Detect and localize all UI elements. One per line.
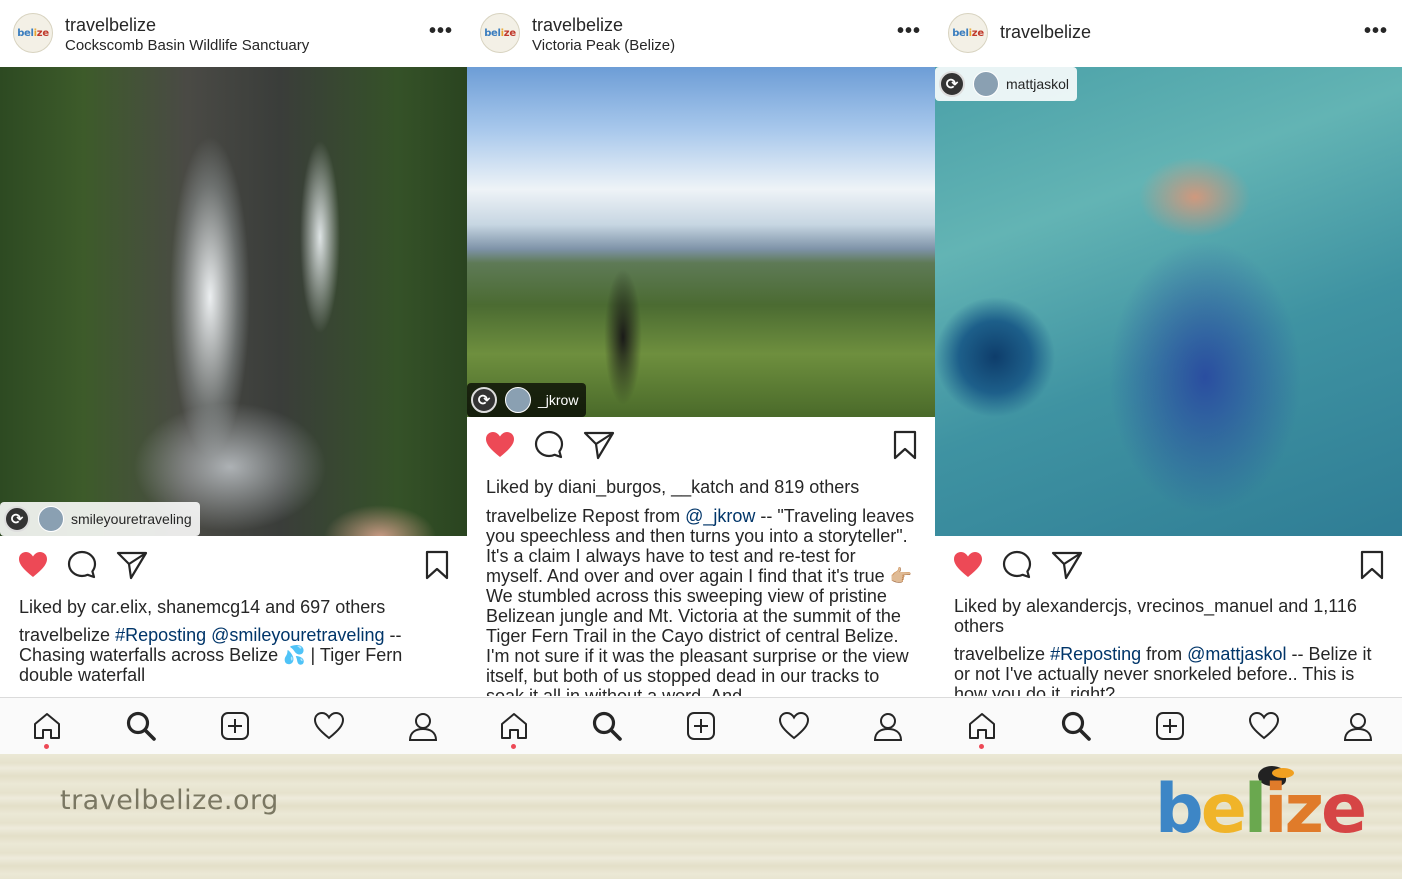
home-active-dot: [511, 744, 516, 749]
post-actions: [0, 545, 467, 587]
add-icon[interactable]: [685, 710, 717, 742]
caption-hashtag-link[interactable]: #Reposting @smileyouretraveling: [115, 625, 384, 645]
likes-summary[interactable]: Liked by alexandercjs, vrecinos_manuel a…: [954, 596, 1386, 636]
comment-icon[interactable]: [1001, 549, 1033, 581]
post-header: bel i ze travelbelize Victoria Peak (Beliz…: [467, 0, 935, 67]
repost-icon: ⟳: [471, 387, 497, 413]
home-icon[interactable]: [31, 710, 63, 742]
post-photo[interactable]: [935, 67, 1402, 536]
more-icon[interactable]: •••: [897, 20, 921, 43]
likes-users[interactable]: diani_burgos, __katch: [558, 477, 734, 497]
more-icon[interactable]: •••: [429, 20, 453, 43]
tag-username: mattjaskol: [1006, 76, 1070, 92]
post-username[interactable]: travelbelize: [532, 15, 623, 36]
comment-icon[interactable]: [66, 549, 98, 581]
activity-icon[interactable]: [778, 710, 810, 742]
post-panel-1: bel i ze travelbelize Cockscomb Basin Wild…: [0, 0, 467, 754]
bookmark-icon[interactable]: [421, 549, 453, 581]
bottom-nav: [935, 697, 1402, 754]
add-icon[interactable]: [219, 710, 251, 742]
tag-avatar: [38, 506, 64, 532]
share-icon[interactable]: [1051, 549, 1083, 581]
caption-mention-link[interactable]: @_jkrow: [685, 506, 755, 526]
tag-avatar: [505, 387, 531, 413]
add-icon[interactable]: [1154, 710, 1186, 742]
post-photo[interactable]: [0, 67, 467, 536]
heart-icon[interactable]: [17, 549, 49, 581]
comment-icon[interactable]: [533, 429, 565, 461]
post-caption: travelbelize #Reposting from @mattjaskol…: [954, 644, 1384, 696]
tag-avatar: [973, 71, 999, 97]
bottom-nav: [0, 697, 467, 754]
home-icon[interactable]: [498, 710, 530, 742]
likes-users[interactable]: car.elix, shanemcg14: [91, 597, 260, 617]
profile-avatar[interactable]: bel i ze: [480, 13, 520, 53]
likes-users[interactable]: alexandercjs, vrecinos_manuel: [1026, 596, 1273, 616]
likes-summary[interactable]: Liked by diani_burgos, __katch and 819 o…: [486, 477, 919, 497]
caption-text-prefix: Repost from: [577, 506, 686, 526]
belize-logo: belize: [1155, 770, 1367, 849]
share-icon[interactable]: [116, 549, 148, 581]
tag-username: smileyouretraveling: [71, 511, 192, 527]
profile-avatar[interactable]: bel i ze: [948, 13, 988, 53]
caption-username[interactable]: travelbelize: [486, 506, 577, 526]
post-panel-2: bel i ze travelbelize Victoria Peak (Beliz…: [467, 0, 935, 754]
post-username[interactable]: travelbelize: [65, 15, 156, 36]
heart-icon[interactable]: [952, 549, 984, 581]
profile-icon[interactable]: [407, 710, 439, 742]
home-active-dot: [979, 744, 984, 749]
post-caption: travelbelize Repost from @_jkrow -- "Tra…: [486, 506, 917, 696]
search-icon[interactable]: [1060, 710, 1092, 742]
post-panel-3: bel i ze travelbelize ••• ⟳ mattjaskol Lik…: [935, 0, 1402, 754]
likes-summary[interactable]: Liked by car.elix, shanemcg14 and 697 ot…: [19, 597, 451, 617]
more-icon[interactable]: •••: [1364, 20, 1388, 43]
post-header: bel i ze travelbelize •••: [935, 0, 1402, 67]
repost-icon: ⟳: [4, 506, 30, 532]
post-header: bel i ze travelbelize Cockscomb Basin Wild…: [0, 0, 467, 67]
activity-icon[interactable]: [313, 710, 345, 742]
post-username[interactable]: travelbelize: [1000, 22, 1091, 43]
post-photo[interactable]: [467, 67, 935, 417]
bookmark-icon[interactable]: [889, 429, 921, 461]
repost-icon: ⟳: [939, 71, 965, 97]
caption-mention-link[interactable]: @mattjaskol: [1187, 644, 1286, 664]
post-actions: [935, 545, 1402, 587]
post-caption: travelbelize #Reposting @smileyouretrave…: [19, 625, 449, 695]
likes-prefix: Liked by: [19, 597, 92, 617]
profile-icon[interactable]: [872, 710, 904, 742]
home-icon[interactable]: [966, 710, 998, 742]
heart-icon[interactable]: [484, 429, 516, 461]
caption-hashtag-link[interactable]: #Reposting: [1050, 644, 1141, 664]
post-actions: [467, 425, 935, 467]
repost-tag[interactable]: ⟳ _jkrow: [467, 383, 587, 417]
bookmark-icon[interactable]: [1356, 549, 1388, 581]
profile-avatar[interactable]: bel i ze: [13, 13, 53, 53]
tag-username: _jkrow: [538, 392, 579, 408]
post-location[interactable]: Victoria Peak (Belize): [532, 37, 675, 54]
activity-icon[interactable]: [1248, 710, 1280, 742]
likes-count[interactable]: and 697 others: [260, 597, 385, 617]
likes-count[interactable]: and 819 others: [734, 477, 859, 497]
caption-text: -- "Traveling leaves you speechless and …: [486, 506, 915, 696]
bottom-nav: [467, 697, 935, 754]
search-icon[interactable]: [591, 710, 623, 742]
caption-username[interactable]: travelbelize: [954, 644, 1045, 664]
repost-tag[interactable]: ⟳ smileyouretraveling: [0, 502, 200, 536]
home-active-dot: [44, 744, 49, 749]
share-icon[interactable]: [583, 429, 615, 461]
likes-prefix: Liked by: [954, 596, 1027, 616]
caption-username[interactable]: travelbelize: [19, 625, 110, 645]
search-icon[interactable]: [125, 710, 157, 742]
footer-url: travelbelize.org: [60, 785, 279, 816]
post-location[interactable]: Cockscomb Basin Wildlife Sanctuary: [65, 37, 309, 54]
caption-text-mid: from: [1141, 644, 1188, 664]
repost-tag[interactable]: ⟳ mattjaskol: [935, 67, 1078, 101]
likes-prefix: Liked by: [486, 477, 559, 497]
profile-icon[interactable]: [1342, 710, 1374, 742]
